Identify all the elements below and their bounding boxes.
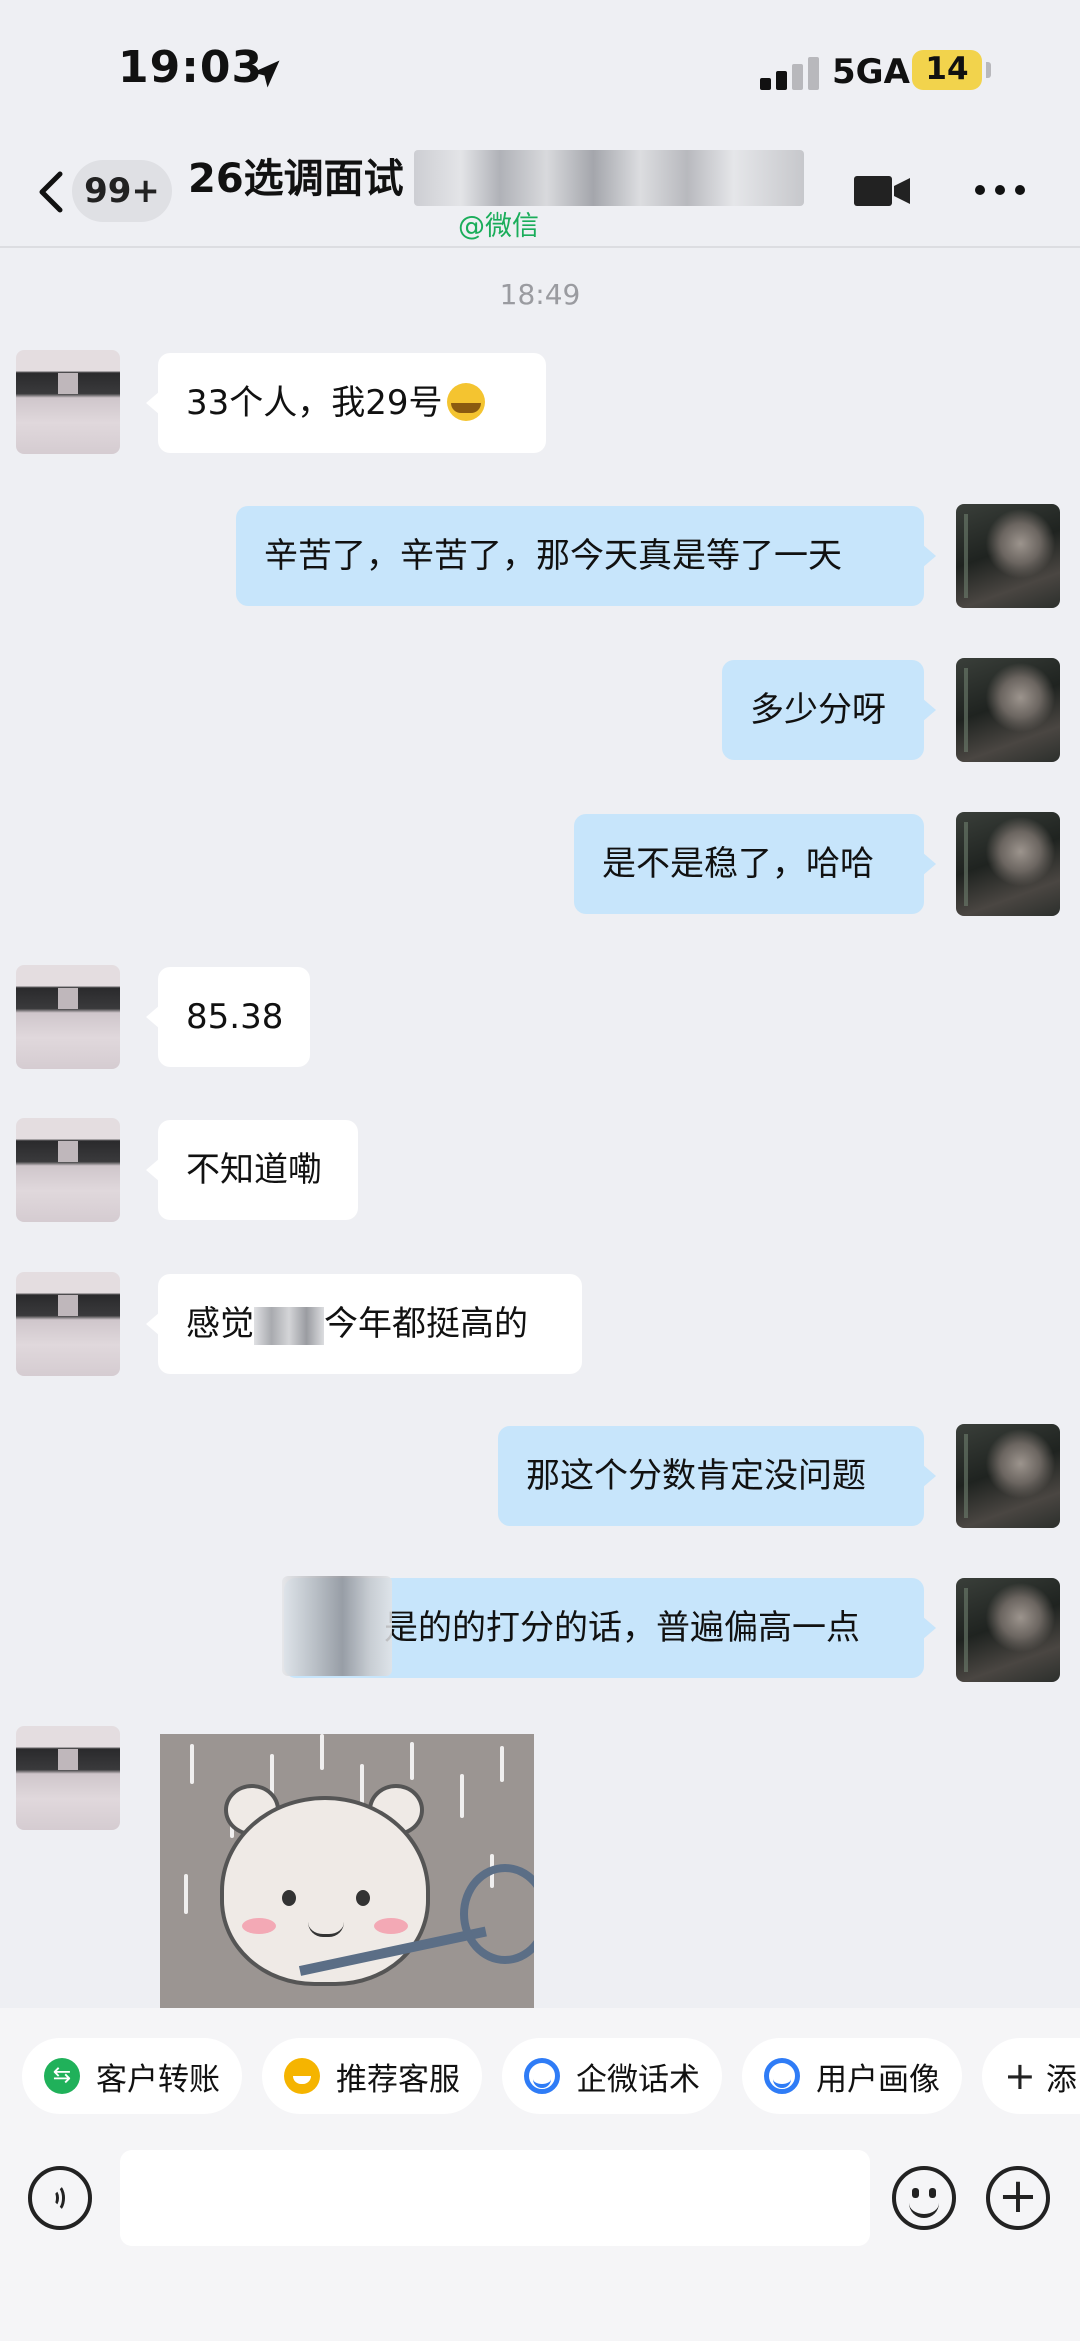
video-call-icon[interactable] [852, 168, 914, 214]
message-text: 85.38 [186, 997, 284, 1037]
user-avatar[interactable] [956, 504, 1060, 608]
user-avatar[interactable] [956, 1424, 1060, 1528]
signal-icon [760, 56, 820, 90]
status-bar: 19:03 5GA 14 [0, 0, 1080, 140]
profile-icon [764, 2058, 800, 2094]
battery-icon: 14 [912, 50, 982, 90]
message-bubble-outgoing[interactable]: 那这个分数肯定没问题 [498, 1426, 936, 1526]
user-avatar[interactable] [956, 1578, 1060, 1682]
redacted-title-part [414, 150, 804, 206]
location-arrow-icon [252, 60, 280, 88]
chip-label: 推荐客服 [336, 2061, 460, 2098]
message-bubble-outgoing[interactable]: 辛苦了，辛苦了，那今天真是等了一天 [236, 506, 936, 606]
network-label: 5GA [832, 52, 910, 92]
bear-face [220, 1796, 430, 1986]
chat-header: 99+ 26选调面试 @微信 [0, 140, 1080, 248]
battery-nub [986, 62, 991, 78]
transfer-icon [44, 2058, 80, 2094]
chip-label: 客户转账 [96, 2061, 220, 2098]
add-quick-action-button[interactable]: + 添 [982, 2038, 1080, 2114]
bear-sticker-image[interactable] [160, 1734, 534, 2008]
voice-input-icon[interactable] [28, 2166, 92, 2230]
message-bubble-incoming[interactable]: 85.38 [146, 967, 310, 1067]
contact-avatar[interactable] [16, 1118, 120, 1222]
service-icon [284, 2058, 320, 2094]
user-avatar[interactable] [956, 658, 1060, 762]
message-input[interactable] [120, 2150, 870, 2246]
message-text: 不知道嘞 [186, 1150, 322, 1190]
message-text: 多少分呀 [750, 690, 886, 730]
message-bubble-outgoing[interactable]: 是不是稳了，哈哈 [574, 814, 936, 914]
unread-count-badge[interactable]: 99+ [72, 160, 172, 222]
contact-avatar[interactable] [16, 1726, 120, 1830]
user-profile-button[interactable]: 用户画像 [742, 2038, 962, 2114]
message-bubble-incoming[interactable]: 33个人，我29号 [146, 353, 546, 453]
chip-label: 添 [1045, 2061, 1077, 2098]
wechat-source-tag: @微信 [458, 211, 539, 242]
laughing-crying-emoji-icon [446, 382, 485, 421]
message-bubble-incoming[interactable]: 感觉 今年都挺高的 [146, 1274, 582, 1374]
customer-transfer-button[interactable]: 客户转账 [22, 2038, 242, 2114]
redacted-text [282, 1576, 392, 1676]
script-icon [524, 2058, 560, 2094]
emoji-icon[interactable] [892, 2166, 956, 2230]
chip-label: 企微话术 [576, 2061, 700, 2098]
input-row: + [0, 2138, 1080, 2258]
battery-level: 14 [925, 51, 969, 87]
recommend-service-button[interactable]: 推荐客服 [262, 2038, 482, 2114]
plus-icon: + [1004, 2054, 1036, 2098]
message-bubble-outgoing[interactable]: 多少分呀 [722, 660, 936, 760]
message-text: 辛苦了，辛苦了，那今天真是等了一天 [264, 536, 842, 576]
chat-title: 26选调面试 [188, 156, 404, 202]
message-text-start: 感觉 [186, 1304, 254, 1344]
message-text: 那这个分数肯定没问题 [526, 1456, 866, 1496]
message-timestamp: 18:49 [499, 278, 581, 311]
quick-actions-bar: 客户转账 推荐客服 企微话术 用户画像 + 添 [0, 2038, 1080, 2118]
contact-avatar[interactable] [16, 1272, 120, 1376]
contact-avatar[interactable] [16, 965, 120, 1069]
wecom-script-button[interactable]: 企微话术 [502, 2038, 722, 2114]
bottom-panel: 客户转账 推荐客服 企微话术 用户画像 + 添 + [0, 2008, 1080, 2341]
user-avatar[interactable] [956, 812, 1060, 916]
chip-label: 用户画像 [816, 2061, 940, 2098]
more-options-icon[interactable] [970, 170, 1030, 210]
message-text: 33个人，我29号 [186, 383, 443, 423]
redacted-text [254, 1306, 324, 1345]
message-bubble-incoming[interactable]: 不知道嘞 [146, 1120, 358, 1220]
add-attachment-icon[interactable]: + [986, 2166, 1050, 2230]
message-text-end: 今年都挺高的 [324, 1304, 528, 1344]
status-time: 19:03 [118, 42, 264, 93]
message-text: 是不是稳了，哈哈 [602, 844, 874, 884]
back-chevron-icon[interactable] [26, 162, 74, 222]
contact-avatar[interactable] [16, 350, 120, 454]
message-text: 是的的打分的话，普遍偏高一点 [384, 1608, 860, 1648]
